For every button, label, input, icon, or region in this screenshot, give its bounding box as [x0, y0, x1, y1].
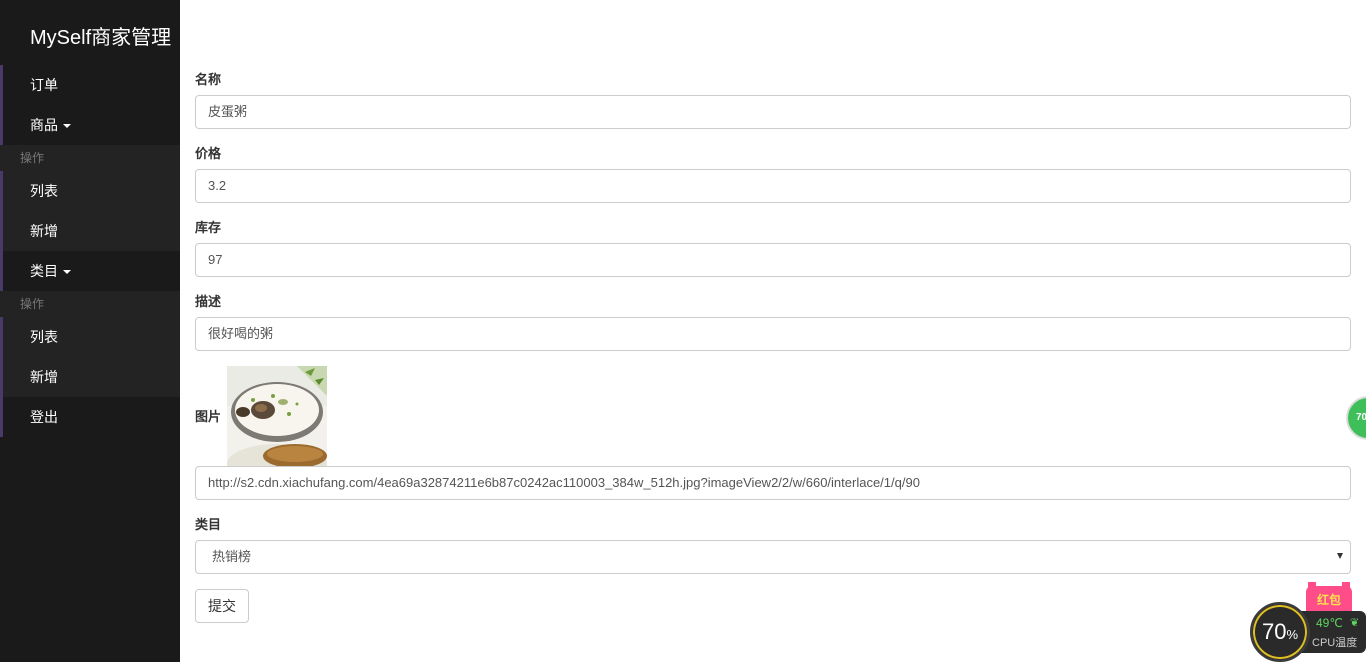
price-label: 价格 [195, 146, 222, 161]
sidebar-item-products[interactable]: 商品 [0, 105, 180, 145]
description-input[interactable]: 很好喝的粥 [195, 317, 1351, 351]
sidebar-item-product-new[interactable]: 新增 [0, 211, 180, 251]
sidebar-item-label: 类目 [30, 263, 58, 279]
name-input[interactable]: 皮蛋粥 [195, 95, 1351, 129]
leaf-icon: ❦ [1350, 617, 1360, 629]
category-select[interactable]: 热销榜 [195, 540, 1351, 574]
select-arrow-icon [1337, 553, 1343, 559]
description-group: 描述 很好喝的粥 [195, 292, 1351, 351]
image-url-group: http://s2.cdn.xiachufang.com/4ea69a32874… [195, 466, 1351, 500]
cpu-usage-unit: % [1286, 627, 1299, 642]
stock-input[interactable]: 97 [195, 243, 1351, 277]
brand-title[interactable]: MySelf商家管理 [0, 0, 180, 65]
sidebar-item-label: 列表 [30, 183, 58, 199]
congee-bowl-image [227, 366, 327, 466]
image-group: 图片 [195, 366, 1351, 466]
floating-widget-ball[interactable]: 70 [1344, 396, 1366, 440]
stock-label: 库存 [195, 220, 222, 235]
category-label: 类目 [195, 517, 222, 532]
product-image [227, 366, 327, 466]
caret-down-icon [63, 270, 71, 275]
sidebar-item-logout[interactable]: 登出 [0, 397, 180, 437]
submit-button[interactable]: 提交 [195, 589, 249, 623]
cpu-temperature: 49℃ [1316, 616, 1343, 630]
cpu-usage-value: 70 [1261, 619, 1287, 644]
name-label: 名称 [195, 72, 222, 87]
float-ball-circle: 70 [1346, 396, 1366, 440]
sidebar-item-label: 登出 [30, 409, 58, 425]
dropdown-header: 操作 [0, 291, 180, 317]
sidebar-item-category-list[interactable]: 列表 [0, 317, 180, 357]
category-group: 类目 热销榜 [195, 515, 1351, 574]
sidebar-item-orders[interactable]: 订单 [0, 65, 180, 105]
image-label: 图片 [195, 409, 222, 424]
sidebar-item-label: 新增 [30, 223, 58, 239]
sidebar-item-product-list[interactable]: 列表 [0, 171, 180, 211]
cpu-monitor-widget[interactable]: 49℃ ❦ CPU温度 70% [1250, 602, 1366, 662]
image-url-input[interactable]: http://s2.cdn.xiachufang.com/4ea69a32874… [195, 466, 1351, 500]
price-input[interactable]: 3.2 [195, 169, 1351, 203]
sidebar-item-categories[interactable]: 类目 [0, 251, 180, 291]
dropdown-header: 操作 [0, 145, 180, 171]
sidebar-item-label: 列表 [30, 329, 58, 345]
price-group: 价格 3.2 [195, 144, 1351, 203]
cpu-usage-gauge: 70% [1250, 602, 1310, 662]
caret-down-icon [63, 124, 71, 129]
sidebar: MySelf商家管理 订单 商品 操作 列表 新增 类目 操作 列表 新增 登出 [0, 0, 180, 662]
name-group: 名称 皮蛋粥 [195, 70, 1351, 129]
sidebar-item-category-new[interactable]: 新增 [0, 357, 180, 397]
sidebar-item-label: 新增 [30, 369, 58, 385]
sidebar-item-label: 订单 [30, 77, 58, 93]
stock-group: 库存 97 [195, 218, 1351, 277]
sidebar-item-label: 商品 [30, 117, 58, 133]
cpu-temperature-label: CPU温度 [1312, 637, 1358, 649]
description-label: 描述 [195, 294, 222, 309]
category-selected-value: 热销榜 [212, 549, 252, 564]
cpu-usage-percent: 70% [1253, 619, 1307, 645]
